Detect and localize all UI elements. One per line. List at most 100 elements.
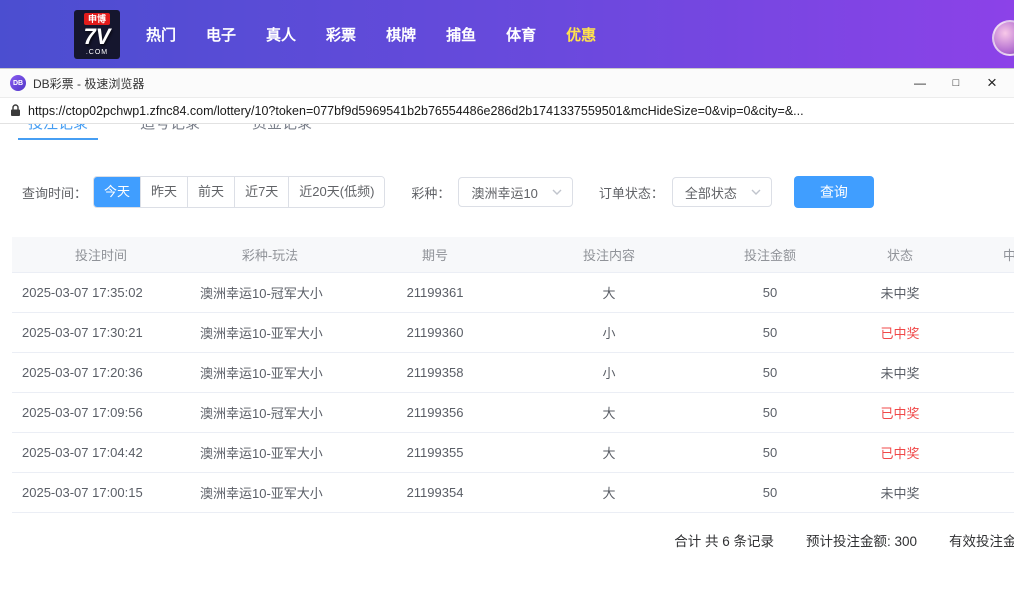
status-cell: 未中奖 bbox=[842, 483, 958, 502]
status-cell: 已中奖 bbox=[842, 443, 958, 462]
nav-item-chess[interactable]: 棋牌 bbox=[386, 24, 416, 45]
summary-expected-amount: 预计投注金额: 300 bbox=[806, 530, 917, 550]
user-avatar[interactable] bbox=[992, 20, 1014, 56]
record-tabs: 投注记录 追号记录 资金记录 bbox=[0, 124, 1014, 140]
table-row: 2025-03-07 17:00:15 澳洲幸运10-亚军大小 21199354… bbox=[12, 473, 1014, 513]
logo-badge: 申博 bbox=[84, 13, 110, 25]
header-game: 彩种-玩法 bbox=[190, 245, 350, 264]
lottery-select-value: 澳洲幸运10 bbox=[471, 183, 537, 202]
bet-time-cell: 2025-03-07 17:04:42 bbox=[12, 445, 190, 460]
nav-item-hot[interactable]: 热门 bbox=[146, 24, 176, 45]
header-status: 状态 bbox=[842, 245, 958, 264]
issue-cell: 21199360 bbox=[350, 325, 520, 340]
nav-item-promo[interactable]: 优惠 bbox=[566, 24, 596, 45]
amount-cell: 50 bbox=[698, 485, 842, 500]
status-cell: 未中奖 bbox=[842, 363, 958, 382]
issue-cell: 21199356 bbox=[350, 405, 520, 420]
game-cell: 澳洲幸运10-亚军大小 bbox=[190, 483, 350, 502]
header-issue: 期号 bbox=[350, 245, 520, 264]
game-cell: 澳洲幸运10-亚军大小 bbox=[190, 323, 350, 342]
content-cell: 小 bbox=[520, 363, 698, 382]
lottery-select[interactable]: 澳洲幸运10 bbox=[458, 177, 572, 207]
amount-cell: 50 bbox=[698, 325, 842, 340]
window-title: DB彩票 - 极速浏览器 bbox=[33, 75, 144, 92]
address-bar[interactable]: https://ctop02pchwp1.zfnc84.com/lottery/… bbox=[0, 97, 1014, 124]
page-content: 投注记录 追号记录 资金记录 查询时间： 今天 昨天 前天 近7天 近20天(低… bbox=[0, 124, 1014, 598]
time-filter-yesterday[interactable]: 昨天 bbox=[141, 177, 188, 207]
header-amount: 投注金额 bbox=[698, 245, 842, 264]
lottery-filter-label: 彩种： bbox=[411, 183, 450, 202]
table-row: 2025-03-07 17:20:36 澳洲幸运10-亚军大小 21199358… bbox=[12, 353, 1014, 393]
game-cell: 澳洲幸运10-冠军大小 bbox=[190, 283, 350, 302]
site-logo[interactable]: 申博 7V .COM bbox=[74, 10, 120, 59]
search-button[interactable]: 查询 bbox=[794, 176, 874, 208]
summary-total: 合计 共 6 条记录 bbox=[674, 530, 774, 550]
tab-fund-records[interactable]: 资金记录 bbox=[242, 124, 322, 140]
bet-records-table: 投注时间 彩种-玩法 期号 投注内容 投注金额 状态 中 2025-03-07 … bbox=[12, 237, 1014, 513]
tab-bet-records[interactable]: 投注记录 bbox=[18, 124, 98, 140]
amount-cell: 50 bbox=[698, 405, 842, 420]
game-cell: 澳洲幸运10-亚军大小 bbox=[190, 363, 350, 382]
browser-window: DB DB彩票 - 极速浏览器 — □ × https://ctop02pchw… bbox=[0, 68, 1014, 597]
nav-item-fishing[interactable]: 捕鱼 bbox=[446, 24, 476, 45]
table-row: 2025-03-07 17:30:21 澳洲幸运10-亚军大小 21199360… bbox=[12, 313, 1014, 353]
url-text: https://ctop02pchwp1.zfnc84.com/lottery/… bbox=[28, 104, 804, 118]
table-row: 2025-03-07 17:35:02 澳洲幸运10-冠军大小 21199361… bbox=[12, 273, 1014, 313]
time-filter-label: 查询时间： bbox=[22, 183, 87, 202]
time-filter-today[interactable]: 今天 bbox=[94, 177, 141, 207]
bet-time-cell: 2025-03-07 17:35:02 bbox=[12, 285, 190, 300]
content-cell: 大 bbox=[520, 283, 698, 302]
content-cell: 大 bbox=[520, 483, 698, 502]
game-cell: 澳洲幸运10-亚军大小 bbox=[190, 443, 350, 462]
table-header: 投注时间 彩种-玩法 期号 投注内容 投注金额 状态 中 bbox=[12, 237, 1014, 273]
top-nav: 申博 7V .COM 热门 电子 真人 彩票 棋牌 捕鱼 体育 优惠 bbox=[0, 0, 1014, 68]
amount-cell: 50 bbox=[698, 285, 842, 300]
nav-item-sports[interactable]: 体育 bbox=[506, 24, 536, 45]
header-bet-time: 投注时间 bbox=[12, 245, 190, 264]
table-row: 2025-03-07 17:04:42 澳洲幸运10-亚军大小 21199355… bbox=[12, 433, 1014, 473]
time-filter-day-before[interactable]: 前天 bbox=[188, 177, 235, 207]
chevron-down-icon bbox=[751, 189, 761, 195]
nav-item-live[interactable]: 真人 bbox=[266, 24, 296, 45]
maximize-button[interactable]: □ bbox=[938, 69, 974, 97]
order-status-value: 全部状态 bbox=[685, 183, 737, 202]
bet-time-cell: 2025-03-07 17:30:21 bbox=[12, 325, 190, 340]
header-prize: 中 bbox=[958, 245, 1014, 264]
lock-icon bbox=[10, 104, 21, 117]
tab-chase-records[interactable]: 追号记录 bbox=[130, 124, 210, 140]
amount-cell: 50 bbox=[698, 445, 842, 460]
content-cell: 大 bbox=[520, 403, 698, 422]
nav-item-electronic[interactable]: 电子 bbox=[206, 24, 236, 45]
time-filter-last20days[interactable]: 近20天(低频) bbox=[289, 177, 384, 207]
issue-cell: 21199358 bbox=[350, 365, 520, 380]
game-cell: 澳洲幸运10-冠军大小 bbox=[190, 403, 350, 422]
status-cell: 已中奖 bbox=[842, 323, 958, 342]
issue-cell: 21199361 bbox=[350, 285, 520, 300]
nav-item-lottery[interactable]: 彩票 bbox=[326, 24, 356, 45]
content-cell: 大 bbox=[520, 443, 698, 462]
close-button[interactable]: × bbox=[974, 69, 1010, 97]
bet-time-cell: 2025-03-07 17:00:15 bbox=[12, 485, 190, 500]
issue-cell: 21199354 bbox=[350, 485, 520, 500]
amount-cell: 50 bbox=[698, 365, 842, 380]
bet-time-cell: 2025-03-07 17:20:36 bbox=[12, 365, 190, 380]
minimize-button[interactable]: — bbox=[902, 69, 938, 97]
chevron-down-icon bbox=[552, 189, 562, 195]
logo-text: 7V bbox=[84, 25, 111, 49]
main-nav: 热门 电子 真人 彩票 棋牌 捕鱼 体育 优惠 bbox=[146, 24, 596, 45]
issue-cell: 21199355 bbox=[350, 445, 520, 460]
status-cell: 已中奖 bbox=[842, 403, 958, 422]
time-filter-last7days[interactable]: 近7天 bbox=[235, 177, 289, 207]
order-status-select[interactable]: 全部状态 bbox=[672, 177, 772, 207]
bet-time-cell: 2025-03-07 17:09:56 bbox=[12, 405, 190, 420]
logo-subtext: .COM bbox=[86, 49, 108, 57]
window-titlebar[interactable]: DB DB彩票 - 极速浏览器 — □ × bbox=[0, 69, 1014, 97]
content-cell: 小 bbox=[520, 323, 698, 342]
status-cell: 未中奖 bbox=[842, 283, 958, 302]
time-filter-group: 今天 昨天 前天 近7天 近20天(低频) bbox=[93, 176, 385, 208]
summary-valid-amount: 有效投注金额 bbox=[949, 530, 1014, 550]
table-row: 2025-03-07 17:09:56 澳洲幸运10-冠军大小 21199356… bbox=[12, 393, 1014, 433]
filter-bar: 查询时间： 今天 昨天 前天 近7天 近20天(低频) 彩种： 澳洲幸运10 订… bbox=[22, 176, 1014, 208]
order-status-label: 订单状态： bbox=[599, 183, 664, 202]
window-controls: — □ × bbox=[902, 69, 1010, 97]
